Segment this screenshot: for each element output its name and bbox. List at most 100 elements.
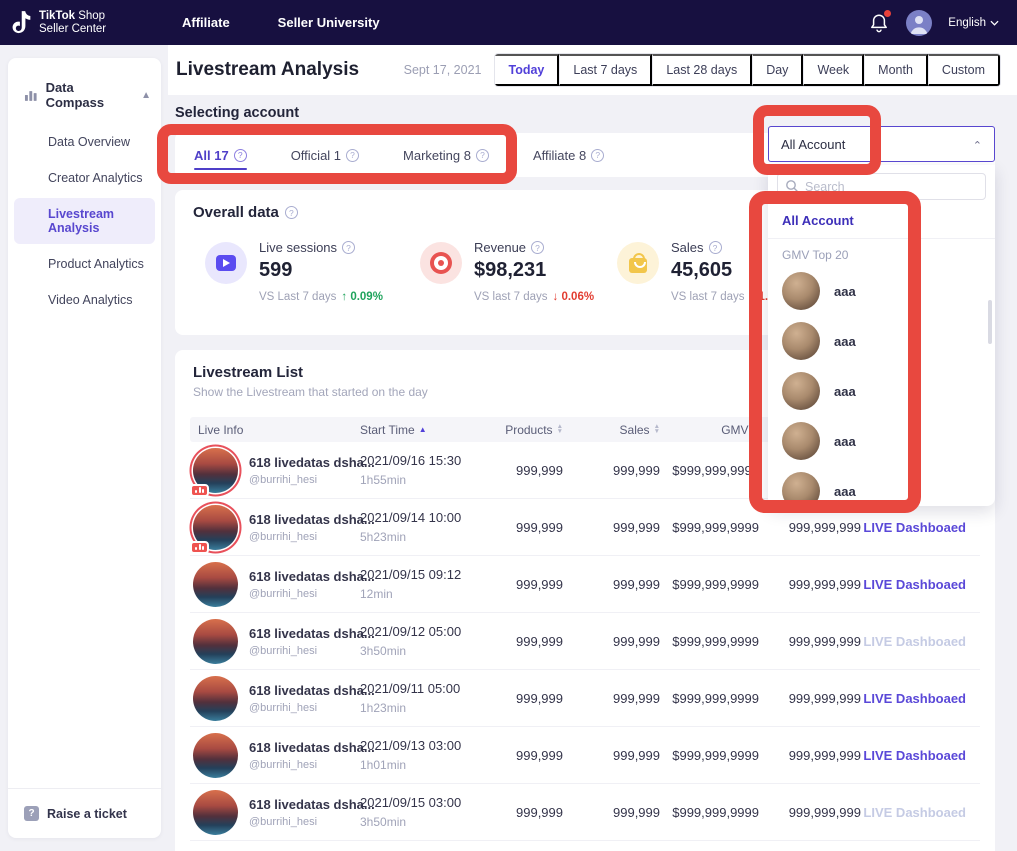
livestream-handle: @burrihi_hesi bbox=[249, 474, 375, 486]
nav-link-seller-university[interactable]: Seller University bbox=[278, 15, 380, 30]
account-select[interactable]: All Account ⌃ bbox=[768, 126, 995, 162]
tiktok-note-icon bbox=[10, 10, 32, 36]
metric-live-sessions: Live sessions? 599 VS Last 7 days↑ 0.09% bbox=[205, 240, 420, 303]
date-range-button[interactable]: Custom bbox=[928, 54, 1000, 86]
help-icon[interactable]: ? bbox=[342, 241, 355, 254]
account-tab[interactable]: All 17 ? bbox=[194, 133, 247, 177]
sales-value: 999,999 bbox=[565, 805, 662, 820]
help-icon[interactable]: ? bbox=[285, 206, 298, 219]
sales-value: 999,999 bbox=[565, 463, 662, 478]
livestream-thumbnail bbox=[193, 619, 238, 664]
sidebar-section-label: Data Compass bbox=[46, 80, 134, 110]
account-tab[interactable]: Official 1 ? bbox=[291, 133, 359, 177]
sidebar-item[interactable]: Video Analytics bbox=[14, 284, 155, 316]
live-dashboard-link[interactable]: LIVE Dashboaed bbox=[863, 520, 980, 535]
dropdown-option[interactable]: aaa bbox=[768, 466, 995, 516]
table-row[interactable]: 618 livedatas dsha... @burrihi_hesi 2021… bbox=[190, 727, 980, 784]
live-dashboard-link[interactable]: LIVE Dashboaed bbox=[863, 577, 980, 592]
page-header: Livestream Analysis Sept 17, 2021 Today … bbox=[168, 45, 1017, 95]
dropdown-option[interactable]: aaa bbox=[768, 366, 995, 416]
page-title: Livestream Analysis bbox=[176, 59, 359, 81]
help-icon[interactable]: ? bbox=[346, 149, 359, 162]
table-row[interactable]: 618 livedatas dsha... @burrihi_hesi 2021… bbox=[190, 784, 980, 841]
gmv-value: $999,999,9999 bbox=[662, 520, 761, 535]
account-tab[interactable]: Marketing 8 ? bbox=[403, 133, 489, 177]
col-sales[interactable]: Sales▲▼ bbox=[565, 423, 662, 437]
dropdown-option-all-account[interactable]: All Account bbox=[768, 200, 995, 239]
account-name: aaa bbox=[834, 384, 856, 399]
account-avatar bbox=[782, 372, 820, 410]
live-dashboard-link[interactable]: LIVE Dashboaed bbox=[863, 691, 980, 706]
help-icon[interactable]: ? bbox=[234, 149, 247, 162]
livestream-handle: @burrihi_hesi bbox=[249, 759, 375, 771]
livestream-handle: @burrihi_hesi bbox=[249, 816, 375, 828]
table-row[interactable]: 618 livedatas dsha... @burrihi_hesi 2021… bbox=[190, 556, 980, 613]
dropdown-scrollbar[interactable] bbox=[988, 300, 992, 344]
col-products[interactable]: Products▲▼ bbox=[500, 423, 565, 437]
account-tab[interactable]: Affiliate 8 ? bbox=[533, 133, 604, 177]
notification-dot bbox=[884, 10, 891, 17]
sidebar-item[interactable]: Livestream Analysis bbox=[14, 198, 155, 244]
revenue-icon bbox=[420, 242, 462, 284]
dropdown-option[interactable]: aaa bbox=[768, 266, 995, 316]
search-input[interactable] bbox=[777, 173, 986, 200]
nav-link-affiliate[interactable]: Affiliate bbox=[182, 15, 230, 30]
livestream-thumbnail bbox=[193, 448, 238, 493]
dropdown-option[interactable]: aaa bbox=[768, 316, 995, 366]
sidebar-item[interactable]: Product Analytics bbox=[14, 248, 155, 280]
help-icon[interactable]: ? bbox=[476, 149, 489, 162]
products-value: 999,999 bbox=[500, 520, 565, 535]
date-range-button[interactable]: Week bbox=[803, 54, 864, 86]
sidebar-item[interactable]: Creator Analytics bbox=[14, 162, 155, 194]
livestream-title: 618 livedatas dsha... bbox=[249, 683, 375, 698]
sort-icon: ▲▼ bbox=[654, 425, 660, 434]
start-time: 2021/09/12 05:00 bbox=[360, 624, 500, 639]
help-icon[interactable]: ? bbox=[591, 149, 604, 162]
chevron-up-icon[interactable]: ▲ bbox=[141, 90, 151, 101]
live-dashboard-link[interactable]: LIVE Dashboaed bbox=[863, 748, 980, 763]
livestream-title: 618 livedatas dsha... bbox=[249, 455, 375, 470]
tiktok-shop-logo[interactable]: TikTok Shop Seller Center bbox=[0, 10, 158, 36]
live-dashboard-link[interactable]: LIVE Dashboaed bbox=[863, 805, 980, 820]
livestream-title: 618 livedatas dsha... bbox=[249, 797, 375, 812]
duration: 5h23min bbox=[360, 530, 500, 544]
dropdown-option[interactable]: aaa bbox=[768, 416, 995, 466]
col-start-time[interactable]: Start Time▲ bbox=[360, 423, 500, 437]
sales-value: 999,999 bbox=[565, 520, 662, 535]
account-name: aaa bbox=[834, 434, 856, 449]
sort-icon: ▲▼ bbox=[753, 425, 759, 434]
help-icon[interactable]: ? bbox=[531, 241, 544, 254]
start-time: 2021/09/15 09:12 bbox=[360, 567, 500, 582]
account-tab-label: All 17 bbox=[194, 148, 229, 163]
date-range-button[interactable]: Last 28 days bbox=[652, 54, 752, 86]
sidebar-section-data-compass[interactable]: Data Compass ▲ bbox=[8, 58, 161, 120]
top-nav-links: Affiliate Seller University bbox=[182, 15, 380, 30]
extra-value: 999,999,999 bbox=[761, 691, 863, 706]
table-row[interactable]: 618 livedatas dsha... @burrihi_hesi 2021… bbox=[190, 670, 980, 727]
raise-a-ticket[interactable]: ? Raise a ticket bbox=[8, 788, 161, 838]
start-time: 2021/09/11 05:00 bbox=[360, 681, 500, 696]
products-value: 999,999 bbox=[500, 634, 565, 649]
col-gmv[interactable]: GMV▲▼ bbox=[662, 423, 761, 437]
products-value: 999,999 bbox=[500, 577, 565, 592]
livestream-handle: @burrihi_hesi bbox=[249, 588, 375, 600]
user-avatar[interactable] bbox=[906, 10, 932, 36]
live-dashboard-link[interactable]: LIVE Dashboaed bbox=[863, 634, 980, 649]
language-selector[interactable]: English bbox=[948, 17, 999, 29]
delta-up: ↑ 0.09% bbox=[341, 291, 383, 303]
date-range-button[interactable]: Month bbox=[864, 54, 928, 86]
date-range-button[interactable]: Day bbox=[752, 54, 803, 86]
sales-value: 999,999 bbox=[565, 691, 662, 706]
sales-value: 999,999 bbox=[565, 634, 662, 649]
notification-bell-icon[interactable] bbox=[868, 12, 890, 34]
duration: 12min bbox=[360, 587, 500, 601]
table-row[interactable]: 618 livedatas dsha... @burrihi_hesi 2021… bbox=[190, 613, 980, 670]
date-range-button[interactable]: Last 7 days bbox=[559, 54, 652, 86]
search-icon bbox=[785, 179, 799, 193]
sidebar-item[interactable]: Data Overview bbox=[14, 126, 155, 158]
gmv-value: $999,999,9999 bbox=[662, 634, 761, 649]
sales-value: 999,999 bbox=[565, 577, 662, 592]
sort-icon: ▲▼ bbox=[557, 425, 563, 434]
date-range-button[interactable]: Today bbox=[495, 54, 559, 86]
help-icon[interactable]: ? bbox=[709, 241, 722, 254]
